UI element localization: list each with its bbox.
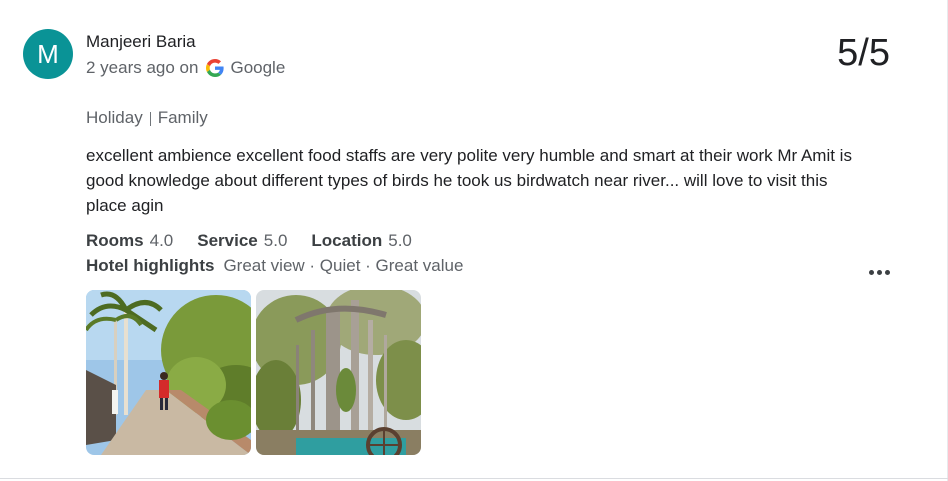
google-g-icon bbox=[206, 59, 225, 77]
reviewer-name[interactable]: Manjeeri Baria bbox=[86, 32, 196, 52]
rating-service: Service 5.0 bbox=[197, 231, 287, 251]
review-source[interactable]: Google bbox=[230, 58, 285, 78]
rating-value: 5.0 bbox=[388, 231, 412, 250]
rating-rooms: Rooms 4.0 bbox=[86, 231, 173, 251]
review-photo-1[interactable] bbox=[86, 290, 251, 455]
avatar[interactable]: M bbox=[23, 29, 73, 79]
rating-value: 4.0 bbox=[149, 231, 174, 250]
review-card: M Manjeeri Baria 2 years ago on Google 5… bbox=[0, 0, 948, 481]
rating-value: 5.0 bbox=[263, 231, 288, 250]
more-options-icon[interactable] bbox=[866, 262, 892, 282]
highlights-value: Great view · Quiet · Great value bbox=[223, 256, 464, 275]
rating-label: Service bbox=[197, 231, 258, 250]
tag-separator bbox=[149, 111, 151, 126]
hotel-highlights: Hotel highlights Great view · Quiet · Gre… bbox=[86, 256, 463, 276]
rating-label: Rooms bbox=[86, 231, 144, 250]
review-text: excellent ambience excellent food staffs… bbox=[86, 146, 852, 215]
bottom-divider bbox=[0, 478, 948, 479]
rating-label: Location bbox=[311, 231, 383, 250]
review-meta: 2 years ago on Google bbox=[86, 58, 285, 78]
review-time: 2 years ago on bbox=[86, 58, 199, 77]
sub-ratings: Rooms 4.0 Service 5.0 Location 5.0 bbox=[86, 231, 436, 251]
rating-score: 5/5 bbox=[837, 32, 890, 74]
tag-trip-type: Holiday bbox=[86, 108, 143, 127]
tag-travel-group: Family bbox=[157, 108, 208, 127]
highlights-label: Hotel highlights bbox=[86, 256, 215, 275]
review-photo-2[interactable] bbox=[256, 290, 421, 455]
trip-tags: Holiday Family bbox=[86, 108, 208, 128]
rating-location: Location 5.0 bbox=[311, 231, 411, 251]
